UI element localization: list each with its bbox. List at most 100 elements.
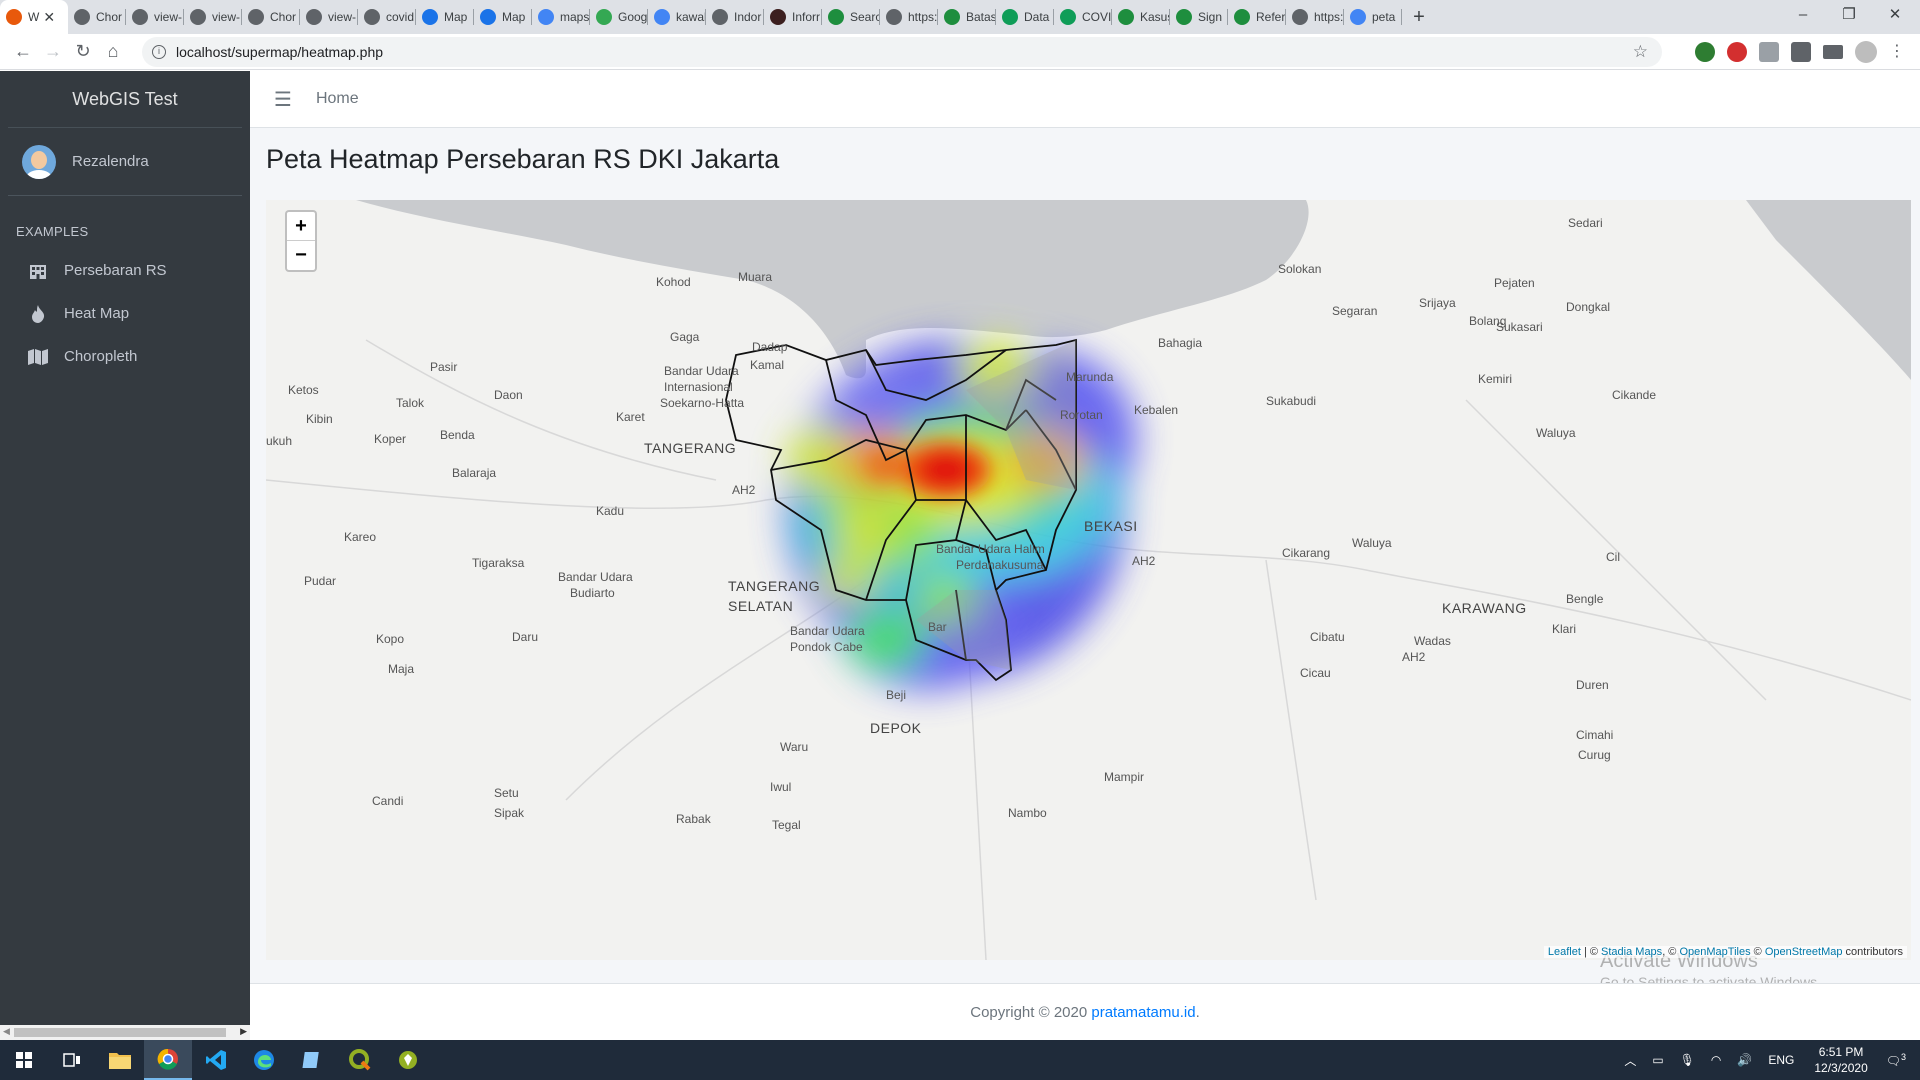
microphone-icon[interactable]: 🎙: [1680, 1053, 1695, 1067]
tab-label: view-: [328, 10, 357, 24]
url-bar[interactable]: i localhost/supermap/heatmap.php ☆: [142, 37, 1662, 67]
user-name[interactable]: Rezalendra: [72, 153, 149, 170]
chrome-icon[interactable]: [144, 1040, 192, 1080]
close-window-button[interactable]: ✕: [1872, 0, 1918, 34]
browser-tab[interactable]: COVI: [1054, 0, 1112, 34]
map-basemap: [266, 200, 1911, 960]
volume-icon[interactable]: 🔊: [1737, 1053, 1752, 1067]
zoom-in-button[interactable]: +: [287, 212, 315, 241]
browser-tab[interactable]: covid: [358, 0, 416, 34]
bookmark-star-icon[interactable]: ☆: [1633, 42, 1648, 62]
hamburger-menu-icon[interactable]: ☰: [274, 87, 292, 112]
browser-tab[interactable]: view-: [126, 0, 184, 34]
browser-tab[interactable]: kawal: [648, 0, 706, 34]
vscode-icon[interactable]: [192, 1040, 240, 1080]
fire-icon: [28, 304, 48, 323]
adblock-icon[interactable]: [1727, 42, 1747, 62]
language-indicator[interactable]: ENG: [1768, 1053, 1794, 1067]
heatmap-map[interactable]: + − Sedari Kohod Muara Solokan Pejaten Srijay…: [266, 200, 1911, 960]
shield-icon[interactable]: [1759, 42, 1779, 62]
menu-kebab-icon[interactable]: ⋮: [1889, 42, 1905, 62]
forward-icon[interactable]: →: [38, 41, 68, 62]
browser-tab[interactable]: Refer: [1228, 0, 1286, 34]
media-icon[interactable]: [1823, 45, 1843, 59]
tab-label: Indor: [734, 10, 762, 24]
windows-start-icon[interactable]: [0, 1040, 48, 1080]
browser-tab[interactable]: maps: [532, 0, 590, 34]
edge-icon[interactable]: [240, 1040, 288, 1080]
restore-button[interactable]: ❐: [1826, 0, 1872, 34]
browser-tab[interactable]: Batas: [938, 0, 996, 34]
tab-label: covid: [386, 10, 415, 24]
clock[interactable]: 6:51 PM 12/3/2020: [1814, 1044, 1867, 1076]
map-place-label: Cil: [1606, 550, 1620, 564]
puzzle-icon[interactable]: [1791, 42, 1811, 62]
map-place-label: Muara: [738, 270, 773, 284]
new-tab-button[interactable]: +: [1402, 6, 1436, 29]
scrollbar-thumb[interactable]: [14, 1028, 226, 1037]
profile-avatar-icon[interactable]: [1855, 41, 1877, 63]
tab-favicon-icon: [1118, 9, 1134, 25]
zoom-out-button[interactable]: −: [287, 241, 315, 270]
scroll-left-icon[interactable]: ◀: [3, 1026, 10, 1037]
info-icon[interactable]: i: [152, 45, 166, 59]
copyright-text: Copyright © 2020: [970, 1004, 1092, 1021]
browser-tab[interactable]: W ✕: [0, 0, 68, 34]
browser-tab[interactable]: Searc: [822, 0, 880, 34]
browser-tab[interactable]: peta: [1344, 0, 1402, 34]
map-place-label: Kemiri: [1478, 372, 1513, 386]
tab-favicon-icon: [132, 9, 148, 25]
map-place-label: Cikarang: [1282, 546, 1331, 560]
browser-tab[interactable]: Kasus: [1112, 0, 1170, 34]
map-icon: [28, 348, 48, 366]
browser-tab[interactable]: view-: [300, 0, 358, 34]
osm-link[interactable]: OpenStreetMap: [1765, 946, 1843, 958]
map-place-label: Kebalen: [1134, 403, 1179, 417]
browser-tab[interactable]: Indor: [706, 0, 764, 34]
tab-close-icon[interactable]: ✕: [43, 9, 55, 26]
browser-tab[interactable]: Inforr: [764, 0, 822, 34]
sidebar-item-label: Persebaran RS: [64, 262, 167, 279]
qgis-2-icon[interactable]: [384, 1040, 432, 1080]
browser-tab[interactable]: Sign: [1170, 0, 1228, 34]
browser-tab[interactable]: Map: [416, 0, 474, 34]
notification-center-icon[interactable]: 🗨3: [1886, 1052, 1906, 1068]
brand-link[interactable]: WebGIS Test: [8, 71, 242, 128]
back-icon[interactable]: ←: [8, 41, 38, 62]
qgis-icon[interactable]: [336, 1040, 384, 1080]
minimize-button[interactable]: –: [1780, 0, 1826, 34]
footer-link[interactable]: pratamatamu.id: [1091, 1004, 1195, 1021]
wifi-icon[interactable]: ◠: [1711, 1053, 1721, 1067]
browser-tab[interactable]: view-: [184, 0, 242, 34]
browser-tab[interactable]: Data: [996, 0, 1054, 34]
browser-tab[interactable]: Map: [474, 0, 532, 34]
browser-tab[interactable]: https:: [1286, 0, 1344, 34]
home-icon[interactable]: ⌂: [98, 41, 128, 62]
scroll-right-icon[interactable]: ▶: [240, 1026, 247, 1037]
user-panel[interactable]: Rezalendra: [8, 128, 242, 196]
browser-tab[interactable]: Chor: [242, 0, 300, 34]
leaflet-link[interactable]: Leaflet: [1548, 946, 1581, 958]
sidebar-item-heat-map[interactable]: Heat Map: [0, 292, 250, 335]
show-hidden-icons-icon[interactable]: ︿: [1624, 1052, 1636, 1069]
browser-tab[interactable]: https:: [880, 0, 938, 34]
extension-icon[interactable]: [1695, 42, 1715, 62]
map-place-label: Rabak: [676, 812, 711, 826]
battery-icon[interactable]: ▭: [1652, 1053, 1663, 1067]
notepad-icon[interactable]: [288, 1040, 336, 1080]
stadia-link[interactable]: Stadia Maps: [1601, 946, 1662, 958]
home-link[interactable]: Home: [316, 90, 359, 108]
tab-label: Map: [444, 10, 468, 24]
map-place-label: Daru: [512, 630, 539, 644]
map-place-label: Pejaten: [1494, 276, 1535, 290]
task-view-icon[interactable]: [48, 1040, 96, 1080]
browser-tab[interactable]: Goog: [590, 0, 648, 34]
sidebar-scrollbar[interactable]: ◀ ▶: [0, 1025, 250, 1040]
sidebar-item-persebaran-rs[interactable]: Persebaran RS: [0, 249, 250, 292]
reload-icon[interactable]: ↻: [68, 41, 98, 62]
map-place-label: BEKASI: [1084, 518, 1138, 534]
file-explorer-icon[interactable]: [96, 1040, 144, 1080]
sidebar-item-choropleth[interactable]: Choropleth: [0, 335, 250, 378]
browser-tab[interactable]: Chor: [68, 0, 126, 34]
openmaptiles-link[interactable]: OpenMapTiles: [1679, 946, 1750, 958]
